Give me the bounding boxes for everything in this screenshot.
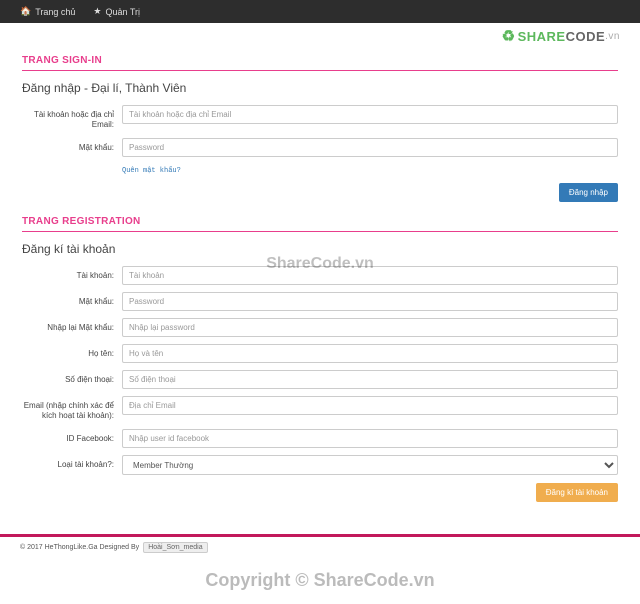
footer-author: Hoài_Sơn_media [143,542,207,553]
star-icon [93,6,101,17]
reg-password-input[interactable] [122,292,618,311]
reg-fbid-input[interactable] [122,429,618,448]
nav-admin-label: Quản Trị [106,7,141,17]
register-heading: Đăng kí tài khoản [22,242,618,256]
nav-home-link[interactable]: Trang chủ [20,6,75,17]
reg-password-label: Mật khẩu: [22,292,122,307]
forgot-password-link[interactable]: Quên mật khẩu? [122,167,181,175]
register-section-title: TRANG REGISTRATION [22,216,618,227]
divider [22,70,618,71]
brand-share: SHARE [518,29,566,44]
recycle-icon: ♻ [502,27,516,45]
reg-acctype-label: Loại tài khoản?: [22,455,122,470]
reg-account-label: Tài khoản: [22,266,122,281]
nav-home-label: Trang chủ [35,7,75,17]
brand-row: ♻ SHARE CODE .vn [0,23,640,47]
reg-account-input[interactable] [122,266,618,285]
home-icon [20,6,31,17]
reg-fullname-input[interactable] [122,344,618,363]
reg-password2-input[interactable] [122,318,618,337]
signin-email-label: Tài khoản hoặc địa chỉ Email: [22,105,122,131]
watermark: Copyright © ShareCode.vn [205,570,434,591]
signin-submit-button[interactable]: Đăng nhập [559,183,618,202]
signin-password-label: Mật khẩu: [22,138,122,153]
reg-phone-label: Số điện thoại: [22,370,122,385]
signin-email-input[interactable] [122,105,618,124]
top-nav: Trang chủ Quản Trị [0,0,640,23]
reg-fbid-label: ID Facebook: [22,429,122,444]
footer-copyright: © 2017 HeThongLike.Ga Designed By [20,544,139,551]
reg-phone-input[interactable] [122,370,618,389]
reg-acctype-select[interactable]: Member Thường [122,455,618,475]
signin-section-title: TRANG SIGN-IN [22,55,618,66]
brand-code: CODE [566,29,606,44]
signin-password-input[interactable] [122,138,618,157]
reg-fullname-label: Họ tên: [22,344,122,359]
reg-email-input[interactable] [122,396,618,415]
signin-heading: Đăng nhập - Đại lí, Thành Viên [22,81,618,95]
nav-admin-link[interactable]: Quản Trị [93,6,140,17]
footer: © 2017 HeThongLike.Ga Designed By Hoài_S… [0,534,640,558]
register-submit-button[interactable]: Đăng kí tài khoản [536,483,618,502]
reg-email-label: Email (nhập chính xác để kích hoạt tài k… [22,396,122,422]
brand-vn: .vn [605,31,620,42]
brand-logo: ♻ SHARE CODE .vn [502,27,620,45]
divider [22,231,618,232]
reg-password2-label: Nhập lại Mật khẩu: [22,318,122,333]
